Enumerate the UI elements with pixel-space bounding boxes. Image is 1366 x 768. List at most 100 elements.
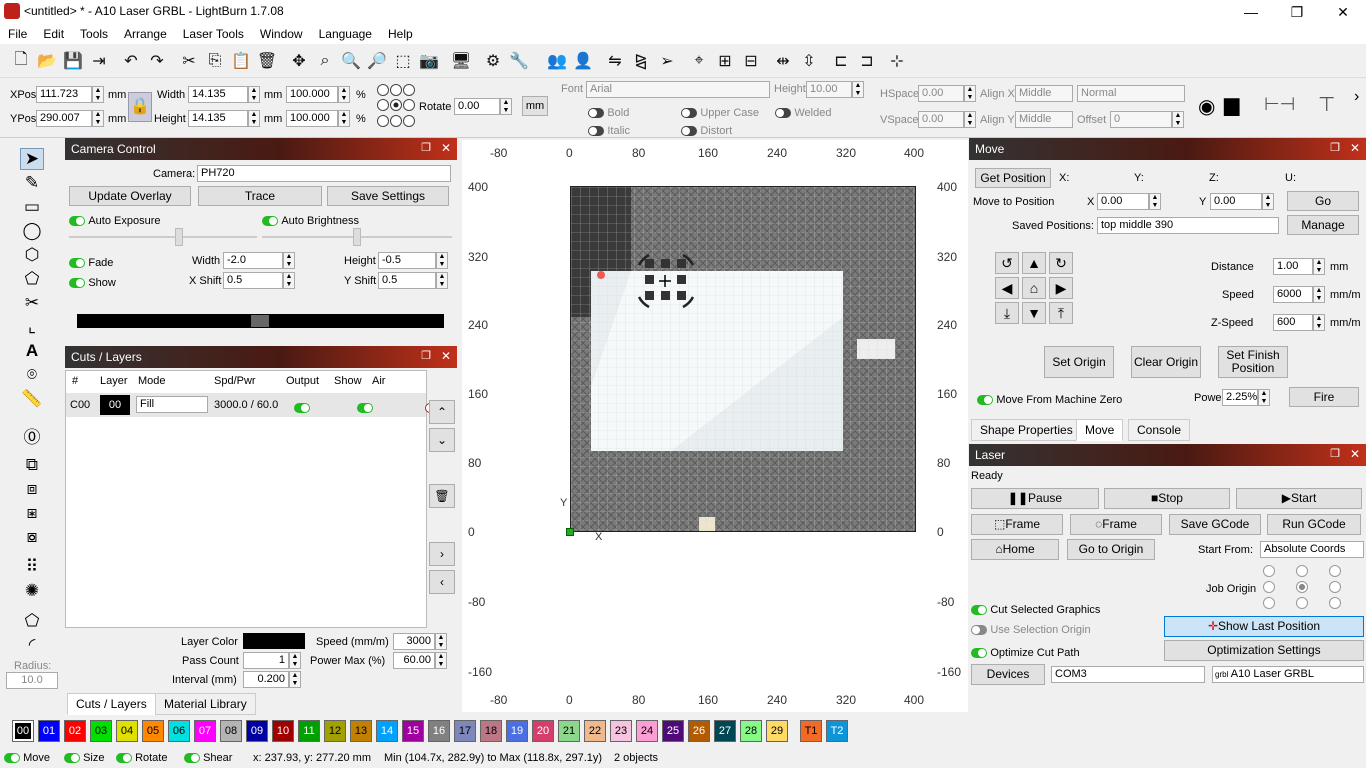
palette-swatch-12[interactable]: 12 — [324, 720, 346, 742]
job-origin-radio[interactable] — [1263, 597, 1275, 609]
rotate-toggle[interactable] — [116, 753, 132, 764]
align-vcenter-icon[interactable]: ⇳ — [798, 50, 820, 72]
camera-icon[interactable]: 📷 — [418, 50, 440, 72]
power-max-spin[interactable]: ▲ ▼ — [435, 652, 447, 669]
exposure-slider-handle[interactable] — [175, 228, 183, 246]
menu-arrange[interactable]: Arrange — [116, 24, 175, 44]
home-icon[interactable]: ⌂ — [1022, 277, 1046, 299]
jog-right-icon[interactable]: ▶ — [1049, 277, 1073, 299]
job-origin-radio[interactable] — [1263, 565, 1275, 577]
text-tool-icon[interactable]: A — [20, 340, 44, 362]
hspace-input[interactable]: 0.00 — [918, 85, 964, 102]
pen-icon[interactable]: ✎ — [20, 172, 44, 194]
font-height-input[interactable]: 10.00 — [806, 81, 852, 98]
start-from-select[interactable]: Absolute Coords — [1260, 541, 1364, 558]
brightness-slider-handle[interactable] — [353, 228, 361, 246]
cam-height-input[interactable]: -0.5 — [378, 252, 436, 269]
set-finish-position-button[interactable]: Set Finish Position — [1218, 346, 1288, 378]
jog-speed-spin[interactable]: ▲ ▼ — [1313, 286, 1325, 303]
palette-swatch-00[interactable]: 00 — [12, 720, 34, 742]
flip-vertical-icon[interactable]: ⧎ — [630, 50, 652, 72]
palette-swatch-26[interactable]: 26 — [688, 720, 710, 742]
palette-swatch-13[interactable]: 13 — [350, 720, 372, 742]
settings-gear-icon[interactable]: ⚙ — [482, 50, 504, 72]
speed-spin[interactable]: ▲ ▼ — [435, 633, 447, 650]
z-down-icon[interactable]: ⤓ — [995, 302, 1019, 324]
job-origin-radio[interactable] — [1296, 565, 1308, 577]
job-origin-radio[interactable] — [1329, 581, 1341, 593]
palette-swatch-06[interactable]: 06 — [168, 720, 190, 742]
optimization-settings-button[interactable]: Optimization Settings — [1164, 640, 1364, 661]
palette-swatch-19[interactable]: 19 — [506, 720, 528, 742]
fire-power-spin[interactable]: ▲ ▼ — [1258, 389, 1270, 406]
pass-count-spin[interactable]: ▲ ▼ — [289, 652, 301, 669]
next-arrow-icon[interactable]: › — [429, 542, 455, 566]
crosshair-icon[interactable]: ⌖ — [688, 50, 710, 72]
exposure-slider[interactable] — [69, 236, 257, 238]
palette-swatch-05[interactable]: 05 — [142, 720, 164, 742]
jog-up-icon[interactable]: ▲ — [1022, 252, 1046, 274]
use-selection-toggle[interactable] — [971, 624, 987, 635]
jog-down-icon[interactable]: ▼ — [1022, 302, 1046, 324]
palette-swatch-15[interactable]: 15 — [402, 720, 424, 742]
palette-swatch-T1[interactable]: T1 — [800, 720, 822, 742]
palette-swatch-T2[interactable]: T2 — [826, 720, 848, 742]
y-shift-spin[interactable]: ▲ ▼ — [436, 272, 448, 289]
menu-window[interactable]: Window — [252, 24, 311, 44]
fire-button[interactable]: Fire — [1289, 387, 1359, 407]
job-origin-radio[interactable] — [1263, 581, 1275, 593]
saved-positions-select[interactable]: top middle 390 — [1097, 217, 1279, 234]
palette-swatch-03[interactable]: 03 — [90, 720, 112, 742]
go-button[interactable]: Go — [1287, 191, 1359, 211]
size-toggle[interactable] — [64, 753, 80, 764]
menu-file[interactable]: File — [0, 24, 35, 44]
close-button[interactable]: ✕ — [1320, 0, 1366, 24]
corner-icon[interactable]: ⬠ — [20, 610, 44, 632]
select-area-icon[interactable]: ⬚ — [392, 50, 414, 72]
lock-aspect-icon[interactable]: 🔒 — [128, 92, 152, 122]
xpos-input[interactable]: 111.723 — [36, 86, 92, 103]
z-speed-spin[interactable]: ▲ ▼ — [1313, 314, 1325, 331]
tab-console[interactable]: Console — [1128, 419, 1191, 441]
move-toggle[interactable] — [4, 753, 20, 764]
distance-spin[interactable]: ▲ ▼ — [1313, 258, 1325, 275]
tab-shape-properties[interactable]: Shape Properties — [971, 419, 1082, 441]
camera-select[interactable]: PH720 — [197, 165, 451, 182]
palette-swatch-17[interactable]: 17 — [454, 720, 476, 742]
close-panel-icon[interactable]: ✕ — [441, 141, 451, 155]
get-position-button[interactable]: Get Position — [975, 168, 1051, 188]
dist-h-icon[interactable]: ⊏ — [830, 50, 852, 72]
undo-icon[interactable]: ↶ — [120, 50, 142, 72]
pass-count-input[interactable]: 1 — [243, 652, 289, 669]
width-spin[interactable]: ▲ ▼ — [248, 86, 260, 103]
export-icon[interactable]: ⇥ — [88, 50, 110, 72]
update-overlay-button[interactable]: Update Overlay — [69, 186, 191, 206]
radius-input[interactable]: 10.0 — [6, 672, 58, 689]
fillet-icon[interactable]: ◜ — [20, 634, 44, 656]
fade-toggle[interactable] — [69, 257, 85, 268]
z-speed-input[interactable]: 600 — [1273, 314, 1313, 331]
optimize-cut-toggle[interactable] — [971, 647, 987, 658]
rotate-spin[interactable]: ▲ ▼ — [500, 98, 512, 115]
tab-material-library[interactable]: Material Library — [155, 693, 256, 715]
palette-swatch-25[interactable]: 25 — [662, 720, 684, 742]
palette-swatch-02[interactable]: 02 — [64, 720, 86, 742]
boolean-intersect-icon[interactable]: ⧆ — [20, 502, 44, 524]
float-move-icon[interactable]: ❐ — [1330, 141, 1340, 154]
height-pct-spin[interactable]: ▲ ▼ — [338, 110, 350, 127]
trace-button[interactable]: Trace — [198, 186, 322, 206]
machine-zero-toggle[interactable] — [977, 394, 993, 405]
polygon-icon[interactable]: ⬡ — [20, 244, 44, 266]
grid-array-icon[interactable]: ⠿ — [20, 556, 44, 578]
boolean-union-icon[interactable]: ⧉ — [20, 454, 44, 476]
xpos-spin[interactable]: ▲ ▼ — [92, 86, 104, 103]
palette-swatch-16[interactable]: 16 — [428, 720, 450, 742]
distort-toggle[interactable] — [681, 125, 697, 136]
fire-power-input[interactable]: 2.25% — [1222, 389, 1258, 406]
tab-move[interactable]: Move — [1076, 419, 1124, 441]
height-pct-input[interactable]: 100.000 — [286, 110, 338, 127]
x-shift-spin[interactable]: ▲ ▼ — [283, 272, 295, 289]
set-origin-button[interactable]: Set Origin — [1044, 346, 1114, 378]
dist-v-icon[interactable]: ⊐ — [856, 50, 878, 72]
palette-swatch-20[interactable]: 20 — [532, 720, 554, 742]
